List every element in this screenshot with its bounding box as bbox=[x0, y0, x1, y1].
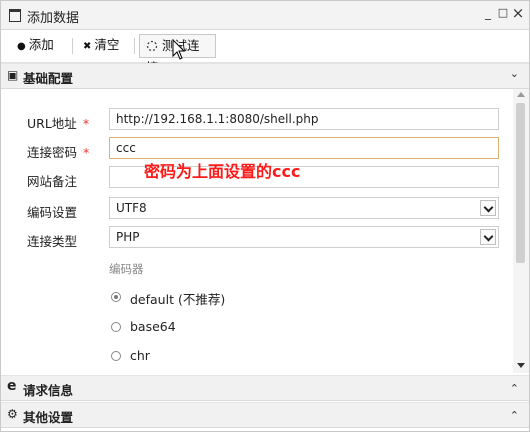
window-title: 添加数据 bbox=[27, 11, 80, 26]
section-basic-title: 基础配置 bbox=[23, 71, 74, 86]
type-value: PHP bbox=[116, 230, 140, 244]
chevron-up-icon: ⌃ bbox=[509, 409, 519, 422]
encoding-label: 编码设置 bbox=[27, 205, 78, 220]
add-button-label: 添加 bbox=[28, 37, 54, 52]
radio-base64[interactable] bbox=[111, 322, 121, 332]
minimize-button[interactable]: _ bbox=[481, 6, 495, 20]
clear-icon: ✖ bbox=[83, 41, 92, 52]
chevron-down-icon[interactable] bbox=[480, 200, 496, 216]
scrollbar[interactable] bbox=[513, 89, 529, 373]
section-other-settings[interactable]: ⚙ 其他设置 ⌃ bbox=[1, 402, 529, 428]
toolbar: ●添加 ✖清空 测试连接 bbox=[1, 30, 529, 75]
add-icon: ● bbox=[17, 41, 26, 52]
window-icon bbox=[9, 9, 21, 22]
ie-icon: e bbox=[7, 378, 17, 394]
connection-type-select[interactable]: PHP bbox=[109, 226, 499, 248]
encoder-group-label: 编码器 bbox=[109, 262, 144, 276]
radio-default[interactable] bbox=[111, 292, 121, 302]
clear-button[interactable]: ✖ 清空 bbox=[77, 34, 125, 56]
basic-config-panel: URL地址 * http://192.168.1.1:8080/shell.php… bbox=[1, 89, 529, 375]
close-button[interactable]: × bbox=[511, 4, 525, 22]
section-request-info[interactable]: e 请求信息 ⌃ bbox=[1, 375, 529, 401]
password-annotation: 密码为上面设置的ccc bbox=[144, 162, 301, 181]
password-input[interactable]: ccc bbox=[109, 137, 499, 159]
add-data-window: 添加数据 _ □ × ●添加 ✖清空 测试连接 ▣ 基础配置 ⌄ URL地址* … bbox=[0, 0, 530, 432]
clear-button-label: 清空 bbox=[94, 37, 120, 52]
section-basic-config[interactable]: ▣ 基础配置 ⌄ bbox=[1, 63, 529, 89]
radio-chr-label[interactable]: chr bbox=[130, 348, 150, 363]
section-request-title: 请求信息 bbox=[23, 383, 74, 398]
radio-chr[interactable] bbox=[111, 351, 121, 361]
scroll-up-icon[interactable] bbox=[517, 92, 525, 97]
chevron-up-icon: ⌃ bbox=[509, 382, 519, 395]
encoding-value: UTF8 bbox=[116, 201, 147, 215]
note-label: 网站备注 bbox=[27, 174, 78, 189]
document-icon: ▣ bbox=[7, 68, 19, 82]
url-input[interactable]: http://192.168.1.1:8080/shell.php bbox=[109, 108, 499, 130]
chevron-down-icon[interactable] bbox=[480, 229, 496, 245]
title-bar: 添加数据 _ □ × bbox=[1, 1, 529, 30]
radio-base64-label[interactable]: base64 bbox=[130, 319, 176, 334]
mouse-cursor-icon bbox=[172, 39, 186, 60]
spinner-icon bbox=[146, 40, 158, 52]
add-button[interactable]: ● 添加 bbox=[11, 34, 60, 56]
type-label: 连接类型 bbox=[27, 234, 78, 249]
maximize-button[interactable]: □ bbox=[496, 6, 510, 19]
scroll-down-icon[interactable] bbox=[517, 363, 525, 368]
toolbar-divider bbox=[134, 38, 135, 54]
toolbar-divider bbox=[72, 38, 73, 54]
password-label: 连接密码 * bbox=[27, 145, 90, 160]
section-other-title: 其他设置 bbox=[23, 410, 74, 425]
encoding-select[interactable]: UTF8 bbox=[109, 197, 499, 219]
url-label: URL地址 * bbox=[27, 116, 90, 131]
scroll-thumb[interactable] bbox=[516, 103, 525, 263]
chevron-down-icon: ⌄ bbox=[509, 67, 519, 80]
gears-icon: ⚙ bbox=[7, 407, 18, 421]
radio-default-label[interactable]: default (不推荐) bbox=[130, 289, 225, 308]
